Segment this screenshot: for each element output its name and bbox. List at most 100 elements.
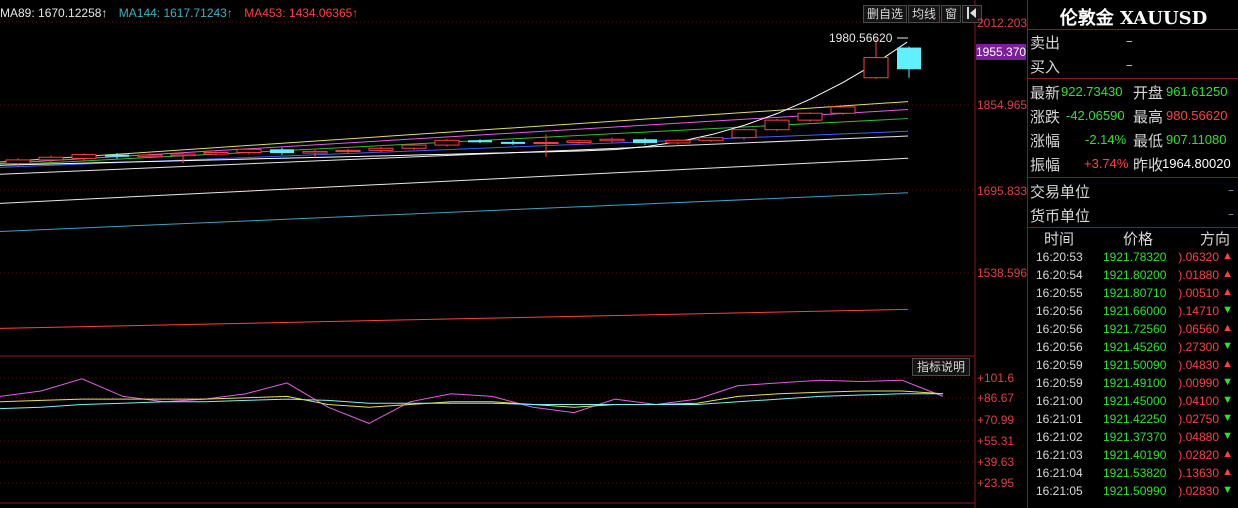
tick-price: 1921.37370 [1103, 430, 1167, 444]
tick-time: 16:21:00 [1036, 394, 1083, 408]
ma-line [0, 157, 909, 204]
divider [1028, 177, 1238, 178]
candle-body [566, 140, 592, 143]
candle-body [401, 144, 427, 149]
low-label: 最低 [1133, 132, 1164, 150]
tick-change: ).01880 [1178, 268, 1219, 282]
tick-change: ).04830 [1178, 358, 1219, 372]
candle-body [270, 149, 294, 154]
change-label: 涨跌 [1030, 108, 1061, 126]
candle-body [236, 148, 262, 153]
ma-fast-line [0, 41, 908, 166]
sell-label: 卖出 [1030, 34, 1061, 52]
prev-close-value: 1964.80020 [1162, 156, 1231, 171]
sell-value: – [1126, 34, 1133, 49]
table-row[interactable]: 16:20:54 1921.80200).01880 ▲ [1028, 268, 1238, 286]
kdj-j-line [0, 378, 944, 424]
arrow-up-icon: ▲ [1222, 466, 1233, 478]
y-label-4: 1538.596 [977, 266, 1028, 280]
tick-change: ).00510 [1178, 286, 1219, 300]
candle-body [633, 139, 657, 143]
candle-body [302, 150, 328, 154]
candle-body [599, 138, 625, 142]
ma-line [0, 192, 909, 232]
high-annotation: 1980.56620 [829, 31, 893, 45]
arrow-up-icon: ▲ [1222, 448, 1233, 460]
table-row[interactable]: 16:21:02 1921.37370).04880 ▼ [1028, 430, 1238, 448]
tick-change: ).14710 [1178, 304, 1219, 318]
y-label-2: 1854.965 [977, 98, 1028, 112]
tick-time: 16:21:03 [1036, 448, 1083, 462]
window-button[interactable]: 窗 [941, 5, 962, 23]
tick-price: 1921.45260 [1103, 340, 1167, 354]
candle-body [698, 137, 724, 141]
y-label-3: 1695.833 [977, 184, 1028, 198]
candle-body [897, 47, 921, 70]
tick-price: 1921.40190 [1103, 448, 1167, 462]
arrow-up-icon: ▲ [1222, 250, 1233, 262]
candle-body [137, 154, 163, 158]
table-row[interactable]: 16:21:05 1921.50990).02830 ▼ [1028, 484, 1238, 502]
ind-label-2: +86.67 [977, 391, 1015, 405]
table-row[interactable]: 16:20:55 1921.80710).00510 ▲ [1028, 286, 1238, 304]
chart-canvas[interactable] [0, 0, 1027, 508]
tick-price: 1921.45000 [1103, 394, 1167, 408]
high-value: 980.56620 [1166, 108, 1228, 123]
table-row[interactable]: 16:21:04 1921.53820).13630 ▲ [1028, 466, 1238, 484]
ma89-legend: MA89: 1670.12258↑ [0, 6, 108, 20]
table-row[interactable]: 16:20:53 1921.78320).06320 ▲ [1028, 250, 1238, 268]
amp-label: 振幅 [1030, 156, 1061, 174]
ma-line [0, 308, 909, 329]
tick-price: 1921.80710 [1103, 286, 1167, 300]
tick-time: 16:20:54 [1036, 268, 1083, 282]
tick-change: ).02820 [1178, 448, 1219, 462]
buy-label: 买入 [1030, 58, 1061, 76]
divider [1028, 78, 1238, 79]
time-header: 时间 [1044, 230, 1075, 248]
candle-body [5, 159, 31, 165]
delete-watchlist-button[interactable]: 删自选 [863, 5, 908, 23]
candle-body [501, 141, 525, 144]
table-row[interactable]: 16:21:01 1921.42250).02750 ▼ [1028, 412, 1238, 430]
ind-label-4: +55.31 [977, 434, 1015, 448]
tick-price: 1921.49100 [1103, 376, 1167, 390]
arrow-down-icon: ▼ [1222, 430, 1233, 442]
tick-price: 1921.50990 [1103, 484, 1167, 498]
arrow-up-icon: ▲ [1222, 358, 1233, 370]
table-row[interactable]: 16:20:59 1921.50090).04830 ▲ [1028, 358, 1238, 376]
tick-change: ).13630 [1178, 466, 1219, 480]
tick-change: ).04100 [1178, 394, 1219, 408]
arrow-down-icon: ▼ [1222, 376, 1233, 388]
table-row[interactable]: 16:20:56 1921.66000).14710 ▼ [1028, 304, 1238, 322]
candle-body [71, 154, 97, 159]
kdj-d-line [0, 390, 944, 408]
current-price-badge: 1955.370 [976, 44, 1027, 60]
ma-line [0, 101, 909, 163]
currency-unit-label: 货币单位 [1030, 207, 1091, 225]
prev-close-label: 昨收 [1133, 156, 1164, 174]
candle-body [797, 112, 823, 121]
tick-price: 1921.78320 [1103, 250, 1167, 264]
arrow-down-icon: ▼ [1222, 340, 1233, 352]
tick-time: 16:20:59 [1036, 376, 1083, 390]
table-row[interactable]: 16:21:03 1921.40190 ).02820 ▲ [1028, 448, 1238, 466]
latest-value: 922.73430 [1061, 84, 1123, 99]
candle-body [434, 139, 460, 146]
table-row[interactable]: 16:20:56 1921.72560).06560 ▲ [1028, 322, 1238, 340]
tick-time: 16:20:56 [1036, 304, 1083, 318]
table-row[interactable]: 16:20:56 1921.45260).27300 ▼ [1028, 340, 1238, 358]
low-value: 907.11080 [1166, 132, 1227, 147]
arrow-up-icon: ▲ [1222, 268, 1233, 280]
tick-change: ).00990 [1178, 376, 1219, 390]
candle-body [830, 106, 856, 114]
candle-body [863, 57, 889, 79]
buy-value: – [1126, 58, 1133, 73]
tick-time: 16:21:02 [1036, 430, 1083, 444]
indicator-help-button[interactable]: 指标说明 [912, 358, 971, 376]
table-row[interactable]: 16:20:59 1921.49100 ).00990 ▼ [1028, 376, 1238, 394]
ma-settings-button[interactable]: 均线 [908, 5, 941, 23]
arrow-down-icon: ▼ [1222, 304, 1233, 316]
table-row[interactable]: 16:21:00 1921.45000).04100 ▼ [1028, 394, 1238, 412]
tick-change: ).02830 [1178, 484, 1219, 498]
tick-time: 16:20:59 [1036, 358, 1083, 372]
